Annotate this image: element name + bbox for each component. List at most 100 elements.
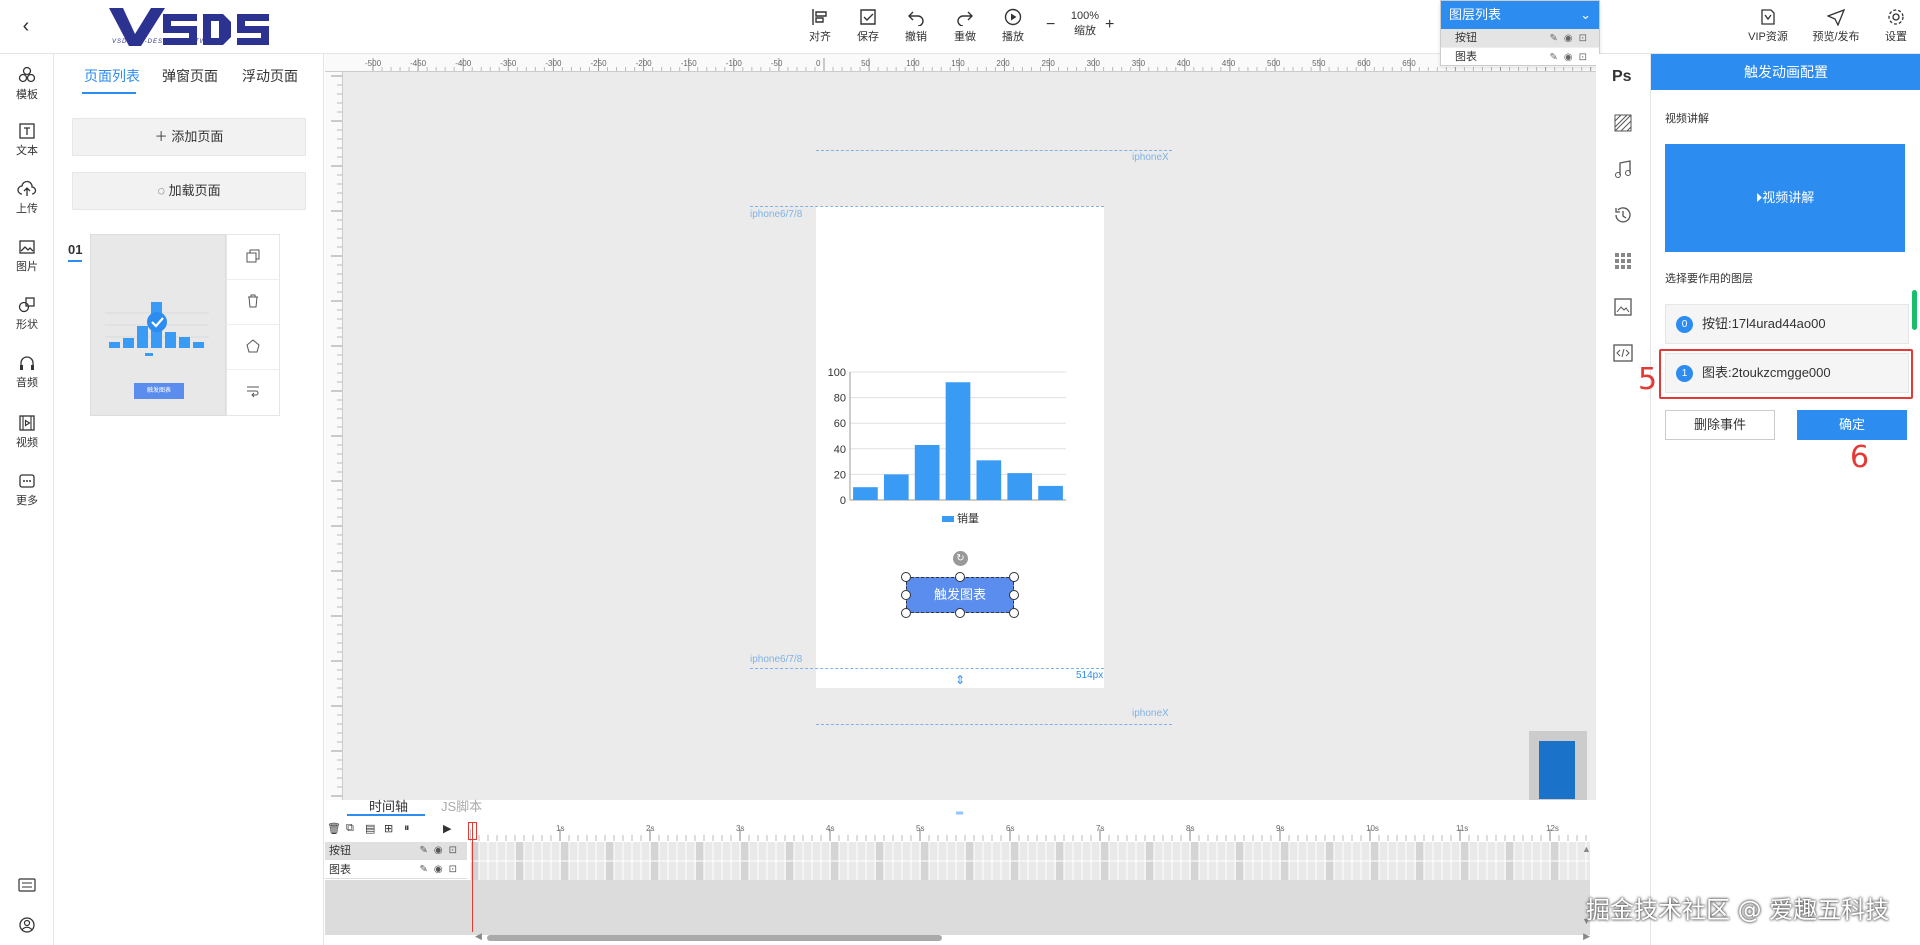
- align-button[interactable]: 对齐: [800, 8, 840, 44]
- chevron-down-icon[interactable]: ⌄: [1580, 1, 1591, 29]
- zoom-out-button[interactable]: −: [1046, 16, 1055, 34]
- keyboard-icon[interactable]: [0, 878, 54, 894]
- preview-publish-button[interactable]: 预览/发布: [1808, 8, 1864, 44]
- resize-handle-sw[interactable]: [901, 608, 911, 618]
- timeline-scrollbar[interactable]: ◀ ▶: [475, 931, 1590, 943]
- add-page-button[interactable]: ＋ 添加页面: [72, 118, 306, 156]
- timeline-grid[interactable]: [469, 842, 1590, 880]
- chart-bar[interactable]: [1007, 473, 1033, 500]
- page-thumbnail[interactable]: 触发图表: [90, 234, 226, 416]
- back-arrow-icon[interactable]: ‹: [14, 14, 38, 38]
- scrollbar-thumb[interactable]: [487, 935, 942, 941]
- history-icon[interactable]: [1612, 204, 1634, 226]
- timeline-track-button[interactable]: 按钮 ✎◉⊡: [325, 842, 467, 860]
- resize-handle-w[interactable]: [901, 590, 911, 600]
- settings-button[interactable]: 设置: [1876, 8, 1916, 44]
- layer-row-icons[interactable]: ✎◉⊡: [1550, 48, 1593, 67]
- rail-item-audio[interactable]: 音频: [0, 354, 54, 390]
- confirm-button[interactable]: 确定: [1797, 410, 1907, 440]
- resize-handle-s[interactable]: [955, 608, 965, 618]
- gear-icon: [1888, 9, 1904, 25]
- rail-item-shape[interactable]: 形状: [0, 296, 54, 332]
- tab-timeline[interactable]: 时间轴: [369, 796, 408, 815]
- timeline-track-chart[interactable]: 图表 ✎◉⊡: [325, 861, 467, 879]
- load-page-button[interactable]: ◌ 加载页面: [72, 172, 306, 210]
- copy-icon[interactable]: ⧉: [346, 822, 354, 835]
- chart-bar[interactable]: [1038, 485, 1063, 500]
- delete-event-button[interactable]: 删除事件: [1665, 410, 1775, 440]
- copy-icon: [246, 249, 260, 263]
- copy-page-button[interactable]: [227, 235, 279, 280]
- resize-handle-se[interactable]: [1009, 608, 1019, 618]
- video-tutorial-button[interactable]: ⏵视频讲解: [1665, 144, 1905, 252]
- chart-bar[interactable]: [853, 487, 878, 500]
- pause-icon[interactable]: ⏸︎: [404, 822, 410, 835]
- delete-page-button[interactable]: [227, 280, 279, 325]
- photoshop-icon[interactable]: Ps: [1612, 68, 1634, 90]
- scroll-left-icon[interactable]: ◀: [475, 931, 482, 942]
- undo-button[interactable]: 撤销: [896, 8, 936, 44]
- rail-item-template[interactable]: 模板: [0, 66, 54, 102]
- tab-popup-pages[interactable]: 弹窗页面: [162, 66, 218, 86]
- play-button[interactable]: 播放: [993, 8, 1033, 44]
- redo-button[interactable]: 重做: [945, 8, 985, 44]
- page-settings-button[interactable]: [227, 370, 279, 415]
- resize-handle-nw[interactable]: [901, 572, 911, 582]
- send-icon: [1827, 8, 1845, 26]
- chart-bar[interactable]: [914, 444, 940, 500]
- vertical-ruler: [325, 72, 343, 818]
- home-page-button[interactable]: [227, 325, 279, 370]
- scroll-right-icon[interactable]: ▶: [1583, 931, 1590, 942]
- watermark: 掘金技术社区 @ 爱趣五科技: [1586, 896, 1890, 924]
- chart-y-tick-label: 100: [828, 367, 846, 379]
- chart-bar[interactable]: [883, 474, 909, 500]
- chart-bar[interactable]: [976, 460, 1002, 500]
- video-section-label: 视频讲解: [1665, 113, 1709, 125]
- layer-option-button[interactable]: 0 按钮:17l4urad44ao00: [1665, 304, 1909, 344]
- zoom-in-button[interactable]: +: [1105, 16, 1114, 34]
- image-frame-icon[interactable]: [1612, 296, 1634, 318]
- timeline-ruler[interactable]: 1s 2s 3s 4s 5s 6s 7s 8s 9s 10s 11s 12s: [469, 823, 1590, 841]
- bar-chart[interactable]: 0 20 40 60 80 100 销量: [816, 360, 1104, 530]
- scroll-up-icon[interactable]: ▲: [1582, 844, 1591, 854]
- panel-drag-handle-icon[interactable]: ═: [956, 808, 963, 819]
- resize-handle-e[interactable]: [1009, 590, 1019, 600]
- layer-row-chart[interactable]: 图表 ✎◉⊡: [1441, 48, 1599, 67]
- music-icon[interactable]: [1612, 158, 1634, 180]
- group-icon[interactable]: ⊞: [384, 822, 393, 835]
- paste-icon[interactable]: ▤: [365, 822, 375, 835]
- code-icon[interactable]: [1612, 342, 1634, 364]
- grid-icon[interactable]: [1612, 250, 1634, 272]
- rail-item-more[interactable]: 更多: [0, 472, 54, 508]
- minimap[interactable]: [1529, 731, 1587, 811]
- texture-icon[interactable]: [1612, 112, 1634, 134]
- resize-handle-ne[interactable]: [1009, 572, 1019, 582]
- layer-row-button[interactable]: 按钮 ✎◉⊡: [1441, 29, 1599, 48]
- rail-item-upload[interactable]: 上传: [0, 180, 54, 216]
- rail-item-video[interactable]: 视频: [0, 414, 54, 450]
- resize-handle-icon[interactable]: ⇕: [955, 673, 965, 687]
- trash-icon[interactable]: 🗑︎: [327, 822, 341, 835]
- ruler-tick-label: 450: [1222, 59, 1236, 68]
- layer-row-icons[interactable]: ✎◉⊡: [1550, 29, 1593, 48]
- tab-floating-pages[interactable]: 浮动页面: [242, 66, 298, 86]
- rotate-handle-icon[interactable]: ↻: [953, 551, 968, 566]
- playhead-handle[interactable]: [468, 822, 477, 840]
- panel-scroll-indicator[interactable]: [1912, 290, 1917, 330]
- timeline-second-label: 11s: [1456, 824, 1468, 833]
- ruler-tick-label: -250: [591, 59, 608, 68]
- track-icons[interactable]: ✎◉⊡: [420, 842, 463, 860]
- tab-js-script[interactable]: JS脚本: [441, 796, 482, 815]
- chart-bar[interactable]: [945, 382, 971, 500]
- zoom-label: 缩放: [1074, 25, 1096, 37]
- save-button[interactable]: 保存: [848, 8, 888, 44]
- play-icon[interactable]: ▶︎: [443, 822, 451, 835]
- resize-handle-n[interactable]: [955, 572, 965, 582]
- rail-item-text[interactable]: 文本: [0, 122, 54, 158]
- rail-item-image[interactable]: 图片: [0, 238, 54, 274]
- help-icon[interactable]: [0, 916, 54, 936]
- track-icons[interactable]: ✎◉⊡: [420, 861, 463, 879]
- layer-list-header[interactable]: 图层列表 ⌄: [1441, 1, 1599, 29]
- vip-resources-button[interactable]: VIP资源: [1745, 8, 1791, 44]
- tab-page-list[interactable]: 页面列表: [84, 66, 140, 86]
